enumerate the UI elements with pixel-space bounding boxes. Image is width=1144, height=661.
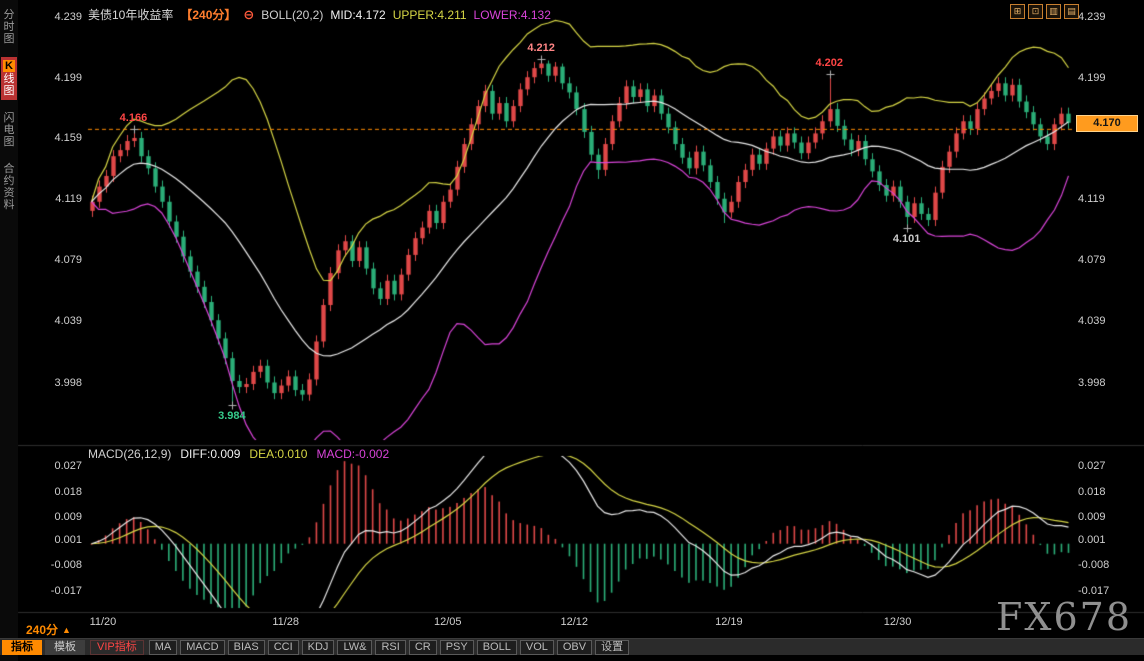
- macd-dea-value: DEA:0.010: [249, 447, 307, 461]
- chart-mode-icon-0[interactable]: ⊞: [1010, 4, 1025, 19]
- macd-diff-value: DIFF:0.009: [180, 447, 240, 461]
- macd-tick-left: 0.001: [36, 534, 82, 546]
- candlestick-chart-canvas[interactable]: [0, 0, 1144, 655]
- macd-tick-left: 0.027: [36, 460, 82, 472]
- x-axis-label: 11/20: [90, 616, 117, 628]
- left-sidebar: 分时图K线图闪电图合约资料: [0, 0, 18, 661]
- sidebar-item-char: 资: [4, 187, 15, 199]
- instrument-title: 美债10年收益率: [88, 6, 173, 23]
- price-annotation: 3.984: [218, 410, 246, 422]
- indicator-button-psy[interactable]: PSY: [440, 640, 474, 655]
- x-axis-label: 12/19: [715, 616, 743, 628]
- chart-header: 美债10年收益率 【240分】 ⊖ BOLL(20,2) MID:4.172 U…: [88, 6, 551, 23]
- sidebar-item-char: 合: [4, 163, 15, 175]
- boll-upper-value: UPPER:4.211: [393, 8, 467, 22]
- bottom-toolbar: 指标模板 VIP指标 MAMACD BIASCCIKDJLW&RSI CRPSYBOLL…: [0, 638, 1144, 655]
- x-axis-label: 12/30: [884, 616, 912, 628]
- price-tick-left: 4.119: [36, 193, 82, 205]
- chevron-up-icon: ▲: [62, 625, 71, 635]
- trading-chart-window: 分时图K线图闪电图合约资料 美债10年收益率 【240分】 ⊖ BOLL(20,…: [0, 0, 1144, 655]
- toolbar-tab-0[interactable]: 指标: [2, 640, 42, 655]
- sidebar-item-3[interactable]: 合约资料: [2, 160, 17, 214]
- price-tick-left: 4.079: [36, 254, 82, 266]
- price-tick-left: 4.199: [36, 72, 82, 84]
- period-label[interactable]: 【240分】: [180, 6, 236, 23]
- price-annotation: 4.166: [120, 112, 148, 124]
- boll-mid-value: MID:4.172: [330, 8, 385, 22]
- sidebar-item-char: 分: [4, 9, 15, 21]
- price-tick-left: 4.239: [36, 11, 82, 23]
- macd-bar-value: MACD:-0.002: [316, 447, 389, 461]
- price-tick-right: 4.039: [1078, 315, 1132, 327]
- price-tick-left: 4.159: [36, 132, 82, 144]
- sidebar-item-char: 闪: [4, 112, 15, 124]
- period-selector[interactable]: 240分 ▲: [26, 621, 71, 638]
- macd-tick-right: 0.009: [1078, 511, 1132, 523]
- sidebar-item-0[interactable]: 分时图: [2, 6, 17, 48]
- macd-tick-right: 0.001: [1078, 534, 1132, 546]
- boll-indicator-label: BOLL(20,2): [261, 8, 323, 22]
- macd-tick-left: -0.008: [36, 559, 82, 571]
- macd-tick-right: -0.008: [1078, 559, 1132, 571]
- indicator-button-lw[interactable]: LW&: [337, 640, 372, 655]
- price-annotation: 4.101: [893, 233, 921, 245]
- macd-tick-left: -0.017: [36, 585, 82, 597]
- macd-tick-left: 0.018: [36, 486, 82, 498]
- current-price-badge: 4.170: [1076, 115, 1138, 132]
- toolbar-tab-1[interactable]: 模板: [45, 640, 85, 655]
- sidebar-item-char: 图: [4, 136, 15, 148]
- indicator-button-boll[interactable]: BOLL: [477, 640, 517, 655]
- sidebar-item-char: 料: [4, 199, 15, 211]
- x-axis-label: 12/12: [560, 616, 588, 628]
- sidebar-item-char: 图: [3, 85, 14, 97]
- sidebar-item-2[interactable]: 闪电图: [2, 109, 17, 151]
- indicator-button-cr[interactable]: CR: [409, 640, 437, 655]
- macd-indicator-label: MACD(26,12,9): [88, 447, 171, 461]
- indicator-button-bias[interactable]: BIAS: [228, 640, 265, 655]
- sidebar-item-1[interactable]: K线图: [1, 57, 17, 100]
- price-tick-left: 4.039: [36, 315, 82, 327]
- price-tick-right: 4.119: [1078, 193, 1132, 205]
- sidebar-item-char: 线: [3, 73, 14, 85]
- indicator-button-ma[interactable]: MA: [149, 640, 178, 655]
- indicator-button-vol[interactable]: VOL: [520, 640, 554, 655]
- chart-mode-icon-3[interactable]: ▤: [1064, 4, 1079, 19]
- vip-indicator-button[interactable]: VIP指标: [90, 640, 144, 655]
- macd-tick-right: 0.027: [1078, 460, 1132, 472]
- price-tick-right: 4.079: [1078, 254, 1132, 266]
- indicator-button-obv[interactable]: OBV: [557, 640, 592, 655]
- macd-header: MACD(26,12,9) DIFF:0.009 DEA:0.010 MACD:…: [88, 447, 389, 461]
- price-tick-left: 3.998: [36, 377, 82, 389]
- indicator-button-rsi[interactable]: RSI: [375, 640, 405, 655]
- indicator-button-cci[interactable]: CCI: [268, 640, 299, 655]
- sidebar-item-char: 时: [4, 21, 15, 33]
- x-axis-label: 11/28: [272, 616, 299, 628]
- macd-tick-left: 0.009: [36, 511, 82, 523]
- price-annotation: 4.202: [816, 57, 844, 69]
- sidebar-item-char: 电: [4, 124, 15, 136]
- sidebar-item-char: 图: [4, 33, 15, 45]
- boll-lower-value: LOWER:4.132: [474, 8, 551, 22]
- x-axis-label: 12/05: [434, 616, 462, 628]
- macd-tick-right: 0.018: [1078, 486, 1132, 498]
- collapse-icon[interactable]: ⊖: [243, 7, 254, 23]
- window-controls: ⊞⊡▥▤: [1010, 4, 1079, 19]
- chart-mode-icon-2[interactable]: ▥: [1046, 4, 1061, 19]
- sidebar-item-char: K: [3, 60, 15, 72]
- period-selector-label: 240分: [26, 621, 58, 638]
- chart-mode-icon-1[interactable]: ⊡: [1028, 4, 1043, 19]
- settings-button[interactable]: 设置: [595, 640, 629, 655]
- sidebar-item-char: 约: [4, 175, 15, 187]
- price-tick-right: 3.998: [1078, 377, 1132, 389]
- price-annotation: 4.212: [527, 42, 555, 54]
- indicator-button-macd[interactable]: MACD: [180, 640, 224, 655]
- price-tick-right: 4.199: [1078, 72, 1132, 84]
- indicator-button-kdj[interactable]: KDJ: [302, 640, 335, 655]
- price-tick-right: 4.239: [1078, 11, 1132, 23]
- watermark: FX678: [996, 595, 1132, 639]
